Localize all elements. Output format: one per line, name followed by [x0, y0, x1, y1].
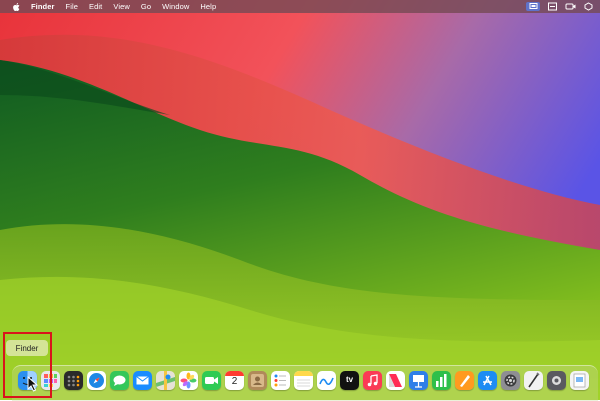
keynote-icon[interactable]: [409, 371, 428, 390]
apple-menu-icon[interactable]: [12, 2, 21, 11]
preview-icon[interactable]: [570, 371, 589, 390]
menu-app-name[interactable]: Finder: [31, 2, 55, 11]
screenshot-icon[interactable]: [547, 371, 566, 390]
apple-tv-icon[interactable]: tv: [340, 371, 359, 390]
photos-icon[interactable]: [179, 371, 198, 390]
maps-icon[interactable]: [156, 371, 175, 390]
freeform-icon[interactable]: [317, 371, 336, 390]
calendar-icon[interactable]: 2: [225, 371, 244, 390]
reminders-icon[interactable]: [271, 371, 290, 390]
menu-file[interactable]: File: [66, 2, 79, 11]
display-mirror-icon[interactable]: [526, 2, 540, 11]
mail-icon[interactable]: [133, 371, 152, 390]
control-center-icon[interactable]: [547, 2, 558, 11]
safari-icon[interactable]: [87, 371, 106, 390]
mouse-pointer-icon: [27, 375, 39, 392]
overflow-icon[interactable]: [583, 2, 594, 11]
menu-help[interactable]: Help: [200, 2, 216, 11]
script-editor-icon[interactable]: [524, 371, 543, 390]
pages-icon[interactable]: [455, 371, 474, 390]
dock-icon-row: 2 tv: [18, 371, 589, 390]
numbers-icon[interactable]: [432, 371, 451, 390]
screen-record-icon[interactable]: [565, 2, 576, 11]
contacts-icon[interactable]: [248, 371, 267, 390]
settings-icon[interactable]: [501, 371, 520, 390]
calendar-day: 2: [231, 376, 238, 387]
music-icon[interactable]: [363, 371, 382, 390]
notes-icon[interactable]: [294, 371, 313, 390]
desktop-wallpaper: [0, 0, 600, 400]
news-icon[interactable]: [386, 371, 405, 390]
menu-window[interactable]: Window: [162, 2, 189, 11]
messages-icon[interactable]: [110, 371, 129, 390]
menu-bar: Finder File Edit View Go Window Help: [0, 0, 600, 13]
menu-go[interactable]: Go: [141, 2, 151, 11]
dock: 2 tv: [12, 365, 598, 401]
calculator-icon[interactable]: [64, 371, 83, 390]
menu-edit[interactable]: Edit: [89, 2, 102, 11]
facetime-icon[interactable]: [202, 371, 221, 390]
apple-tv-label: tv: [345, 375, 354, 384]
menu-view[interactable]: View: [113, 2, 130, 11]
app-store-icon[interactable]: [478, 371, 497, 390]
